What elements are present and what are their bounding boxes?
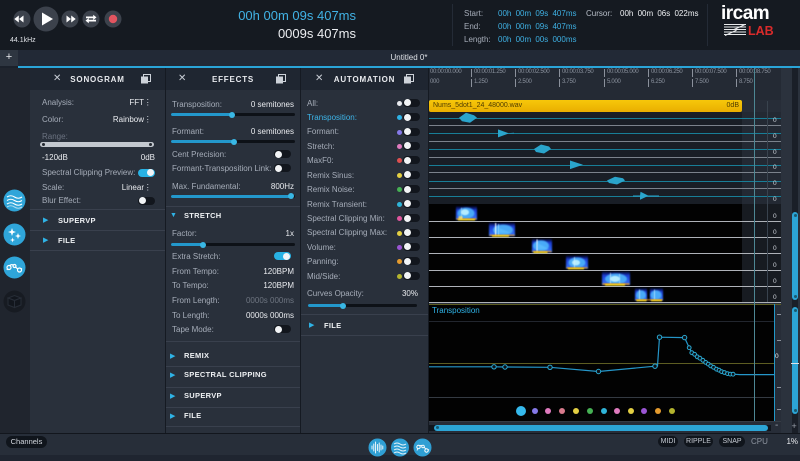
svg-text:LAB: LAB: [748, 24, 774, 37]
